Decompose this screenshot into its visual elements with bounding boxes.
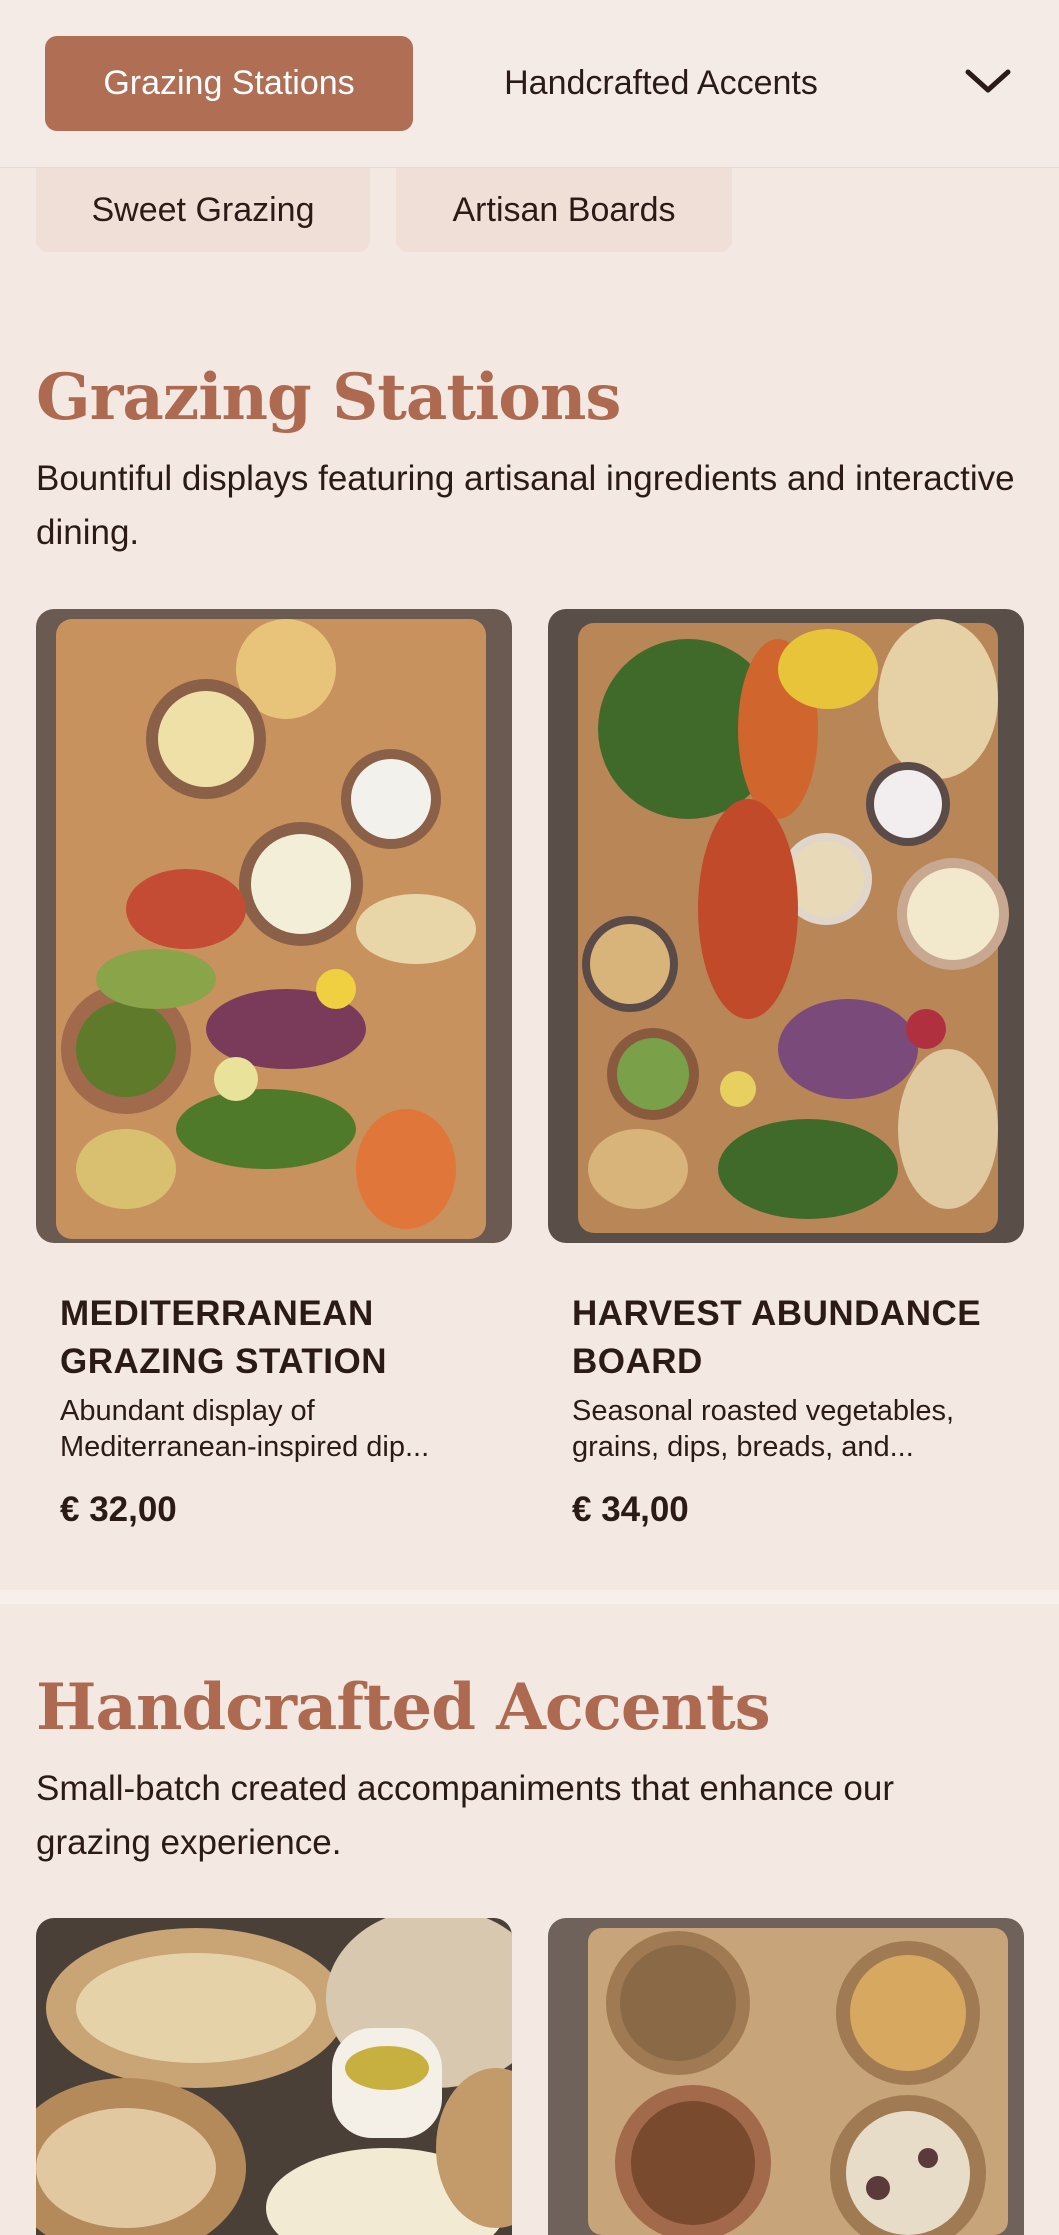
product-price: € 34,00 (572, 1490, 689, 1529)
tab-grazing-stations[interactable]: Grazing Stations (45, 36, 413, 131)
tab-artisan-boards[interactable]: Artisan Boards (396, 168, 732, 252)
category-tab-bar: Grazing Stations Handcrafted Accents (0, 0, 1059, 168)
section-title: Handcrafted Accents (36, 1670, 771, 1745)
product-image-nuts[interactable] (548, 1918, 1024, 2235)
product-description: Seasonal roasted vegetables, grains, dip… (572, 1395, 955, 1463)
tab-handcrafted-accents[interactable]: Handcrafted Accents (444, 36, 878, 131)
product-name[interactable]: HARVEST ABUNDANCE BOARD (572, 1290, 1012, 1386)
tab-sweet-grazing[interactable]: Sweet Grazing (36, 168, 370, 252)
section-divider (0, 1590, 1059, 1604)
section-title: Grazing Stations (36, 360, 621, 435)
section-description: Small-batch created accompaniments that … (36, 1769, 894, 1862)
product-name[interactable]: MEDITERRANEAN GRAZING STATION (60, 1290, 500, 1386)
product-description: Abundant display of Mediterranean-inspir… (60, 1395, 430, 1463)
section-description: Bountiful displays featuring artisanal i… (36, 459, 1015, 552)
product-image-harvest[interactable] (548, 609, 1024, 1243)
chevron-down-icon[interactable] (960, 60, 1016, 104)
product-image-bread[interactable] (36, 1918, 512, 2235)
product-image-mediterranean[interactable] (36, 609, 512, 1243)
product-price: € 32,00 (60, 1490, 177, 1529)
